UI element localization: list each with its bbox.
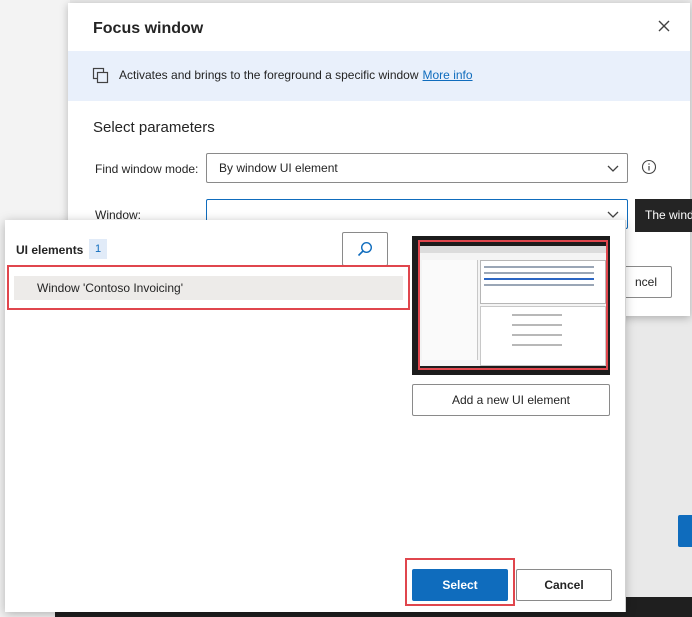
- section-title: Select parameters: [93, 119, 215, 136]
- search-button[interactable]: [342, 232, 388, 266]
- dialog-title: Focus window: [93, 20, 204, 37]
- banner-description: Activates and brings to the foreground a…: [119, 68, 473, 82]
- element-preview-thumbnail: [412, 236, 610, 375]
- list-item-label: Window 'Contoso Invoicing': [37, 281, 183, 295]
- info-icon[interactable]: [641, 159, 657, 175]
- cancel-button[interactable]: Cancel: [516, 569, 612, 601]
- list-item[interactable]: Window 'Contoso Invoicing': [14, 276, 403, 300]
- window-focus-icon: [92, 67, 110, 85]
- tooltip: The wind: [635, 199, 692, 232]
- find-mode-label: Find window mode:: [95, 162, 199, 176]
- divider: [625, 220, 626, 612]
- element-count-badge: 1: [89, 239, 107, 259]
- find-mode-dropdown[interactable]: By window UI element: [206, 153, 628, 183]
- select-button[interactable]: Select: [412, 569, 508, 601]
- close-icon[interactable]: [656, 18, 672, 34]
- background-button-fragment: [678, 515, 692, 547]
- add-ui-element-button[interactable]: Add a new UI element: [412, 384, 610, 416]
- ui-elements-picker: UI elements 1 Window 'Contoso Invoicing'…: [5, 220, 626, 612]
- find-mode-value: By window UI element: [219, 161, 338, 175]
- chevron-down-icon: [607, 211, 619, 218]
- banner-text: Activates and brings to the foreground a…: [119, 68, 419, 82]
- more-info-link[interactable]: More info: [423, 68, 473, 82]
- chevron-down-icon: [607, 165, 619, 172]
- dialog-cancel-label: ncel: [634, 275, 657, 289]
- search-icon: [357, 241, 373, 257]
- info-banner: Activates and brings to the foreground a…: [68, 51, 690, 101]
- picker-heading: UI elements: [16, 243, 84, 257]
